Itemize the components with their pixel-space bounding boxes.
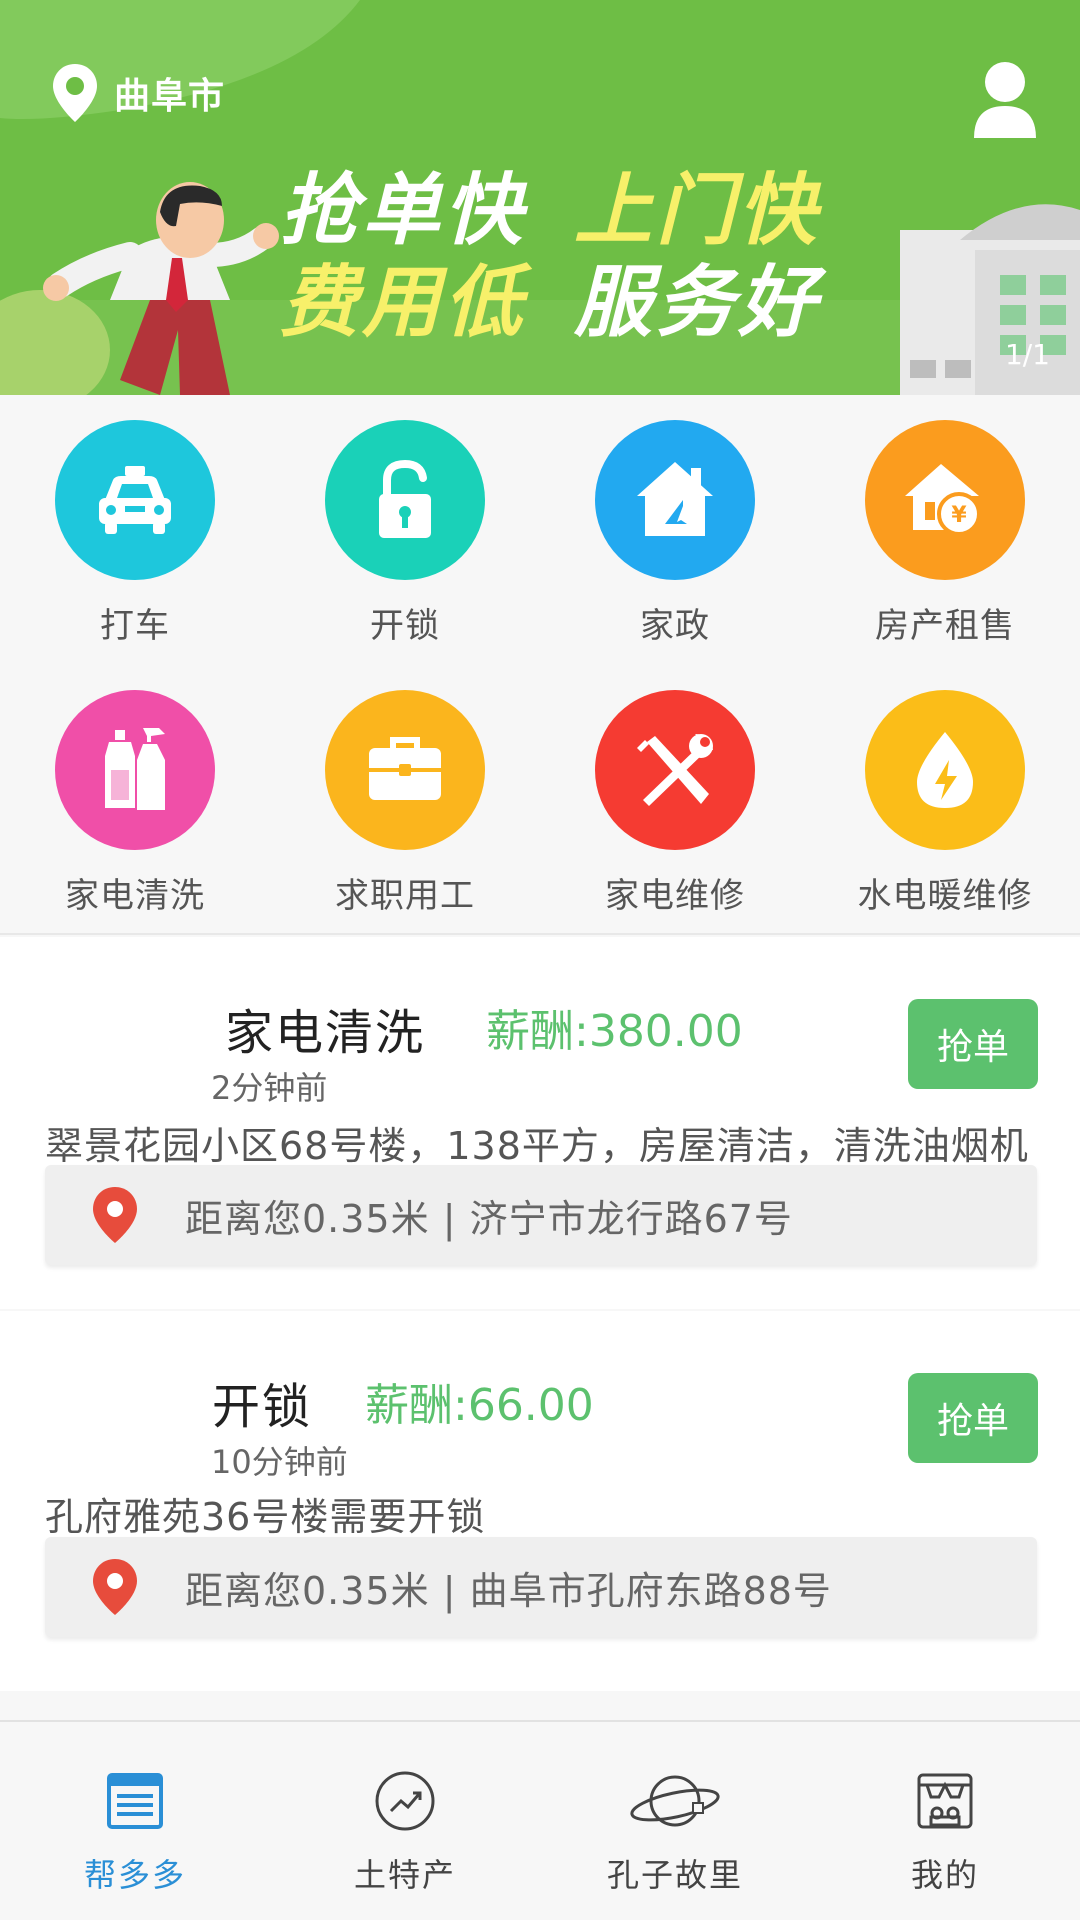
task-title: 家电清洗: [225, 1005, 426, 1061]
task-salary: 薪酬:66.00: [365, 1380, 594, 1431]
task-time: 2分钟前: [211, 1069, 328, 1107]
location-text: 距离您0.35米 | 曲阜市孔府东路88号: [185, 1568, 832, 1613]
category-label: 水电暖维修: [857, 876, 1033, 916]
category-icon-circle: [865, 690, 1025, 850]
briefcase-icon: [369, 737, 441, 800]
profile-button[interactable]: [970, 60, 1040, 140]
nav-label: 我的: [910, 1856, 979, 1894]
category-taxi[interactable]: 打车: [0, 395, 270, 655]
task-time: 10分钟前: [211, 1443, 348, 1481]
category-label: 家电维修: [605, 876, 745, 916]
grab-order-button[interactable]: 抢单: [908, 999, 1038, 1089]
city-name: 曲阜市: [114, 76, 226, 117]
tools-icon: [637, 734, 713, 806]
trend-icon: [375, 1771, 435, 1831]
cleaning-bottles-icon: [105, 728, 165, 810]
category-label: 房产租售: [875, 606, 1015, 646]
category-real-estate[interactable]: ¥ 房产租售: [810, 395, 1080, 655]
bottom-nav: 帮多多 土特产 孔子故里 我的: [0, 1720, 1080, 1920]
header-banner[interactable]: 曲阜市 抢单快 上门快 费用低 服务好 1/1: [0, 0, 1080, 395]
water-drop-bolt-icon: [917, 732, 973, 808]
user-icon: [974, 62, 1036, 138]
svg-text:¥: ¥: [951, 503, 967, 528]
unlock-icon: [379, 459, 431, 538]
category-job-hiring[interactable]: 求职用工: [270, 665, 540, 925]
category-label: 家电清洗: [65, 876, 205, 916]
nav-item-bangduoduo[interactable]: 帮多多: [0, 1722, 270, 1920]
category-label: 求职用工: [335, 876, 475, 916]
nav-item-local-products[interactable]: 土特产: [270, 1722, 540, 1920]
slogan-text: 上门快: [574, 166, 821, 256]
category-grid: 打车 开锁 家政 ¥ 房产租售 家电清洗 求职用工 家电维修 水电暖维修: [0, 395, 1080, 935]
category-icon-circle: [325, 420, 485, 580]
task-location[interactable]: 距离您0.35米 | 曲阜市孔府东路88号: [45, 1537, 1037, 1637]
task-title: 开锁: [212, 1379, 313, 1435]
category-label: 家政: [640, 606, 710, 646]
nav-label: 孔子故里: [606, 1856, 743, 1894]
location-pin-icon: [45, 1185, 185, 1245]
nav-label: 帮多多: [83, 1856, 186, 1894]
banner-pager: 1/1: [1004, 338, 1050, 371]
task-card[interactable]: 开锁 薪酬:66.00 10分钟前 抢单 孔府雅苑36号楼需要开锁 距离您0.3…: [0, 1311, 1080, 1691]
category-icon-circle: [55, 420, 215, 580]
category-appliance-cleaning[interactable]: 家电清洗: [0, 665, 270, 925]
category-label: 打车: [100, 606, 170, 646]
location-pin-icon: [45, 1557, 185, 1617]
list-doc-icon: [107, 1773, 163, 1829]
grab-order-button[interactable]: 抢单: [908, 1373, 1038, 1463]
category-housekeeping[interactable]: 家政: [540, 395, 810, 655]
task-card[interactable]: 家电清洗 薪酬:380.00 2分钟前 抢单 翠景花园小区68号楼，138平方，…: [0, 937, 1080, 1309]
category-icon-circle: [595, 420, 755, 580]
nav-item-confucius-hometown[interactable]: 孔子故里: [540, 1722, 810, 1920]
location-pin-icon: [50, 62, 100, 124]
shop-icon: [917, 1773, 973, 1829]
location-text: 距离您0.35米 | 济宁市龙行路67号: [185, 1196, 793, 1241]
category-icon-circle: [325, 690, 485, 850]
nav-item-mine[interactable]: 我的: [810, 1722, 1080, 1920]
house-money-icon: ¥: [905, 464, 981, 536]
category-plumbing-electric[interactable]: 水电暖维修: [810, 665, 1080, 925]
category-icon-circle: ¥: [865, 420, 1025, 580]
app-root: 曲阜市 抢单快 上门快 费用低 服务好 1/1 打车 开锁 家政 ¥ 房产租售 …: [0, 0, 1080, 1920]
task-location[interactable]: 距离您0.35米 | 济宁市龙行路67号: [45, 1165, 1037, 1265]
task-description: 翠景花园小区68号楼，138平方，房屋清洁，清洗油烟机: [45, 1124, 1029, 1168]
task-description: 孔府雅苑36号楼需要开锁: [45, 1495, 486, 1539]
nav-label: 土特产: [353, 1856, 456, 1894]
category-label: 开锁: [370, 606, 440, 646]
category-appliance-repair[interactable]: 家电维修: [540, 665, 810, 925]
house-icon: [637, 462, 713, 536]
slogan-text: 抢单快: [280, 166, 527, 256]
task-salary: 薪酬:380.00: [486, 1006, 743, 1057]
category-unlock[interactable]: 开锁: [270, 395, 540, 655]
planet-icon: [630, 1775, 720, 1827]
city-selector[interactable]: 曲阜市: [50, 62, 225, 124]
banner-slogan: 抢单快 上门快 费用低 服务好: [280, 165, 880, 349]
category-icon-circle: [595, 690, 755, 850]
slogan-text: 服务好: [574, 258, 821, 348]
category-icon-circle: [55, 690, 215, 850]
slogan-text: 费用低: [280, 258, 527, 348]
taxi-icon: [99, 466, 171, 534]
